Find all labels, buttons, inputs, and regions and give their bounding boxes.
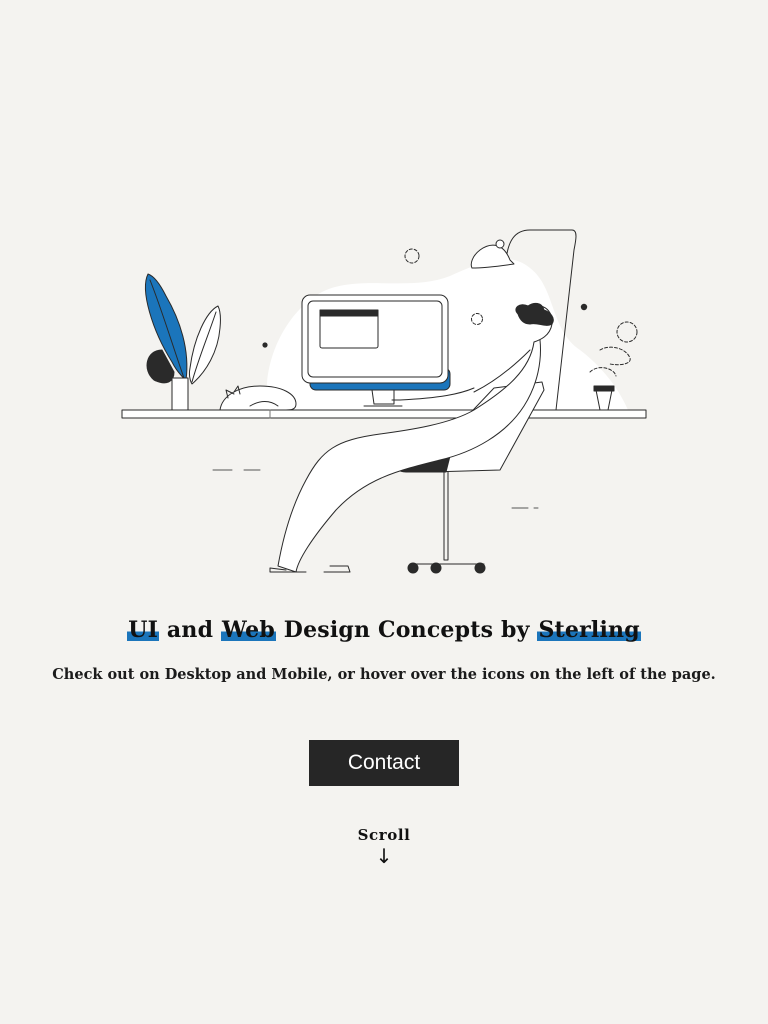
hero-title: UI and Web Design Concepts by Sterling — [0, 612, 768, 648]
title-highlight-ui: UI — [127, 617, 160, 643]
scroll-label: Scroll — [357, 826, 411, 844]
title-text: and — [159, 617, 222, 643]
decor-dot — [580, 303, 588, 311]
arrow-down-icon: ↓ — [375, 844, 393, 868]
desk-illustration — [121, 229, 647, 574]
scroll-hint[interactable]: Scroll ↓ — [334, 824, 434, 867]
plant-pot — [171, 377, 189, 411]
chair-legs — [409, 563, 485, 569]
contact-button[interactable]: Contact — [309, 740, 459, 786]
title-highlight-web: Web — [221, 617, 276, 643]
chair-post — [443, 471, 449, 561]
decor-circle — [616, 321, 638, 343]
title-text: Design Concepts by — [275, 617, 538, 643]
desk-top — [121, 409, 647, 419]
title-highlight-name: Sterling — [537, 617, 641, 643]
plant-leaf-outline — [188, 305, 221, 385]
hero-subtitle: Check out on Desktop and Mobile, or hove… — [52, 666, 716, 683]
decor-dot — [262, 342, 268, 348]
decor-circle — [404, 248, 420, 264]
